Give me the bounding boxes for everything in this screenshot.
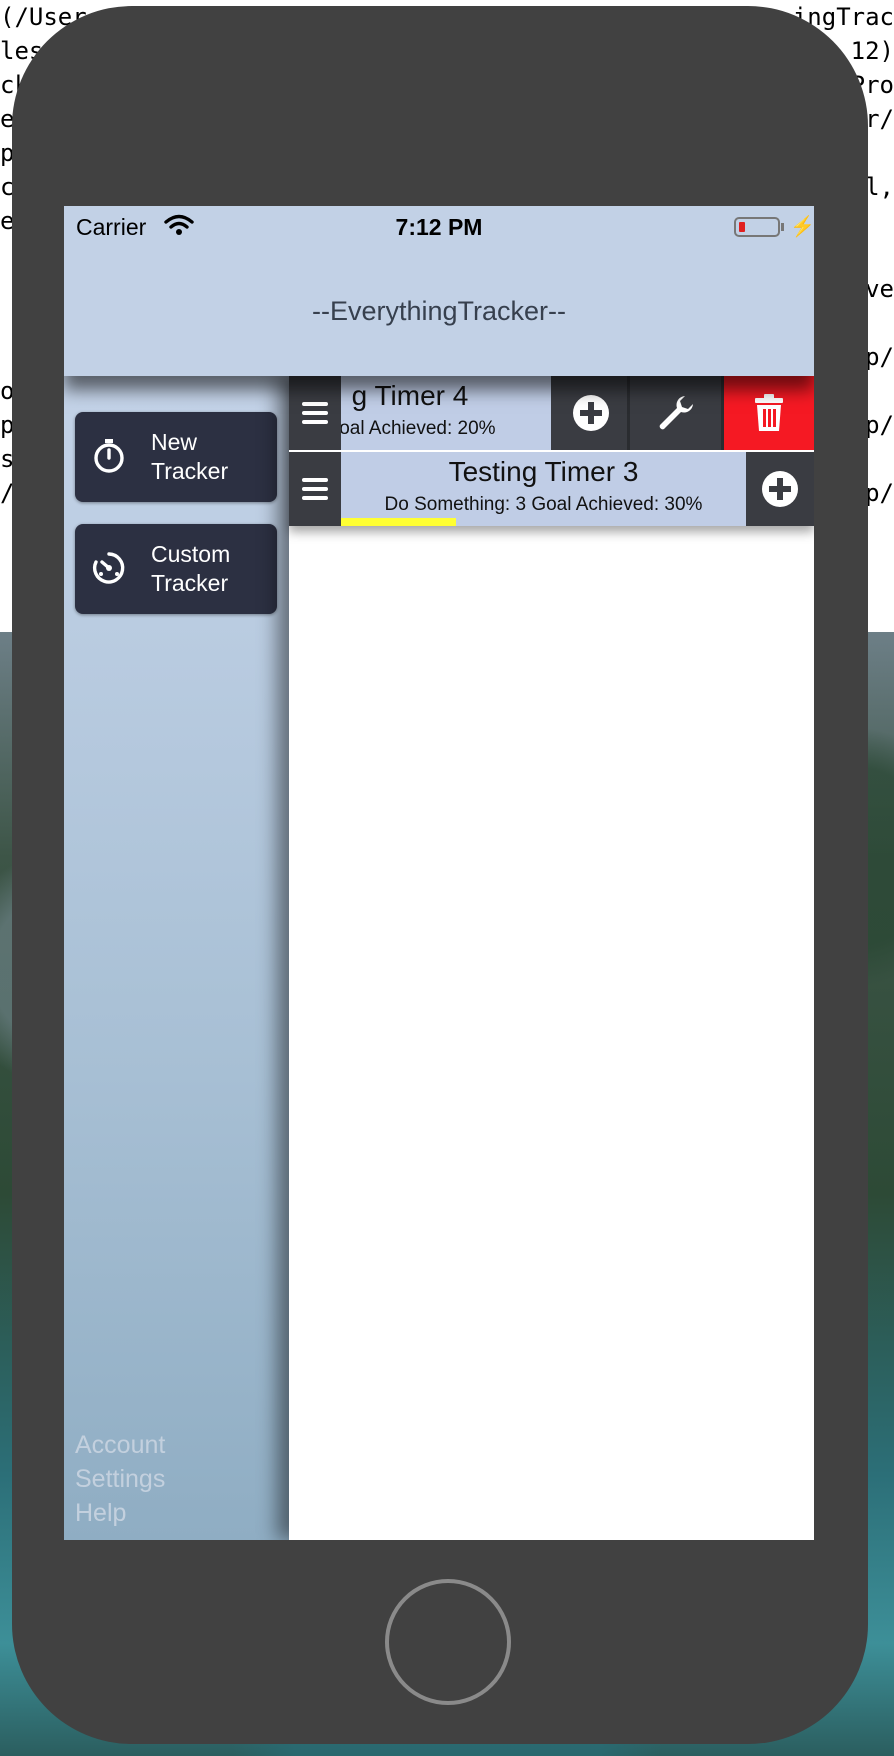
tracker-list-panel: g Timer 4 Goal Achieved: 20% Testing Tim…	[289, 376, 814, 1540]
stopwatch-icon	[91, 438, 127, 474]
settings-link[interactable]: Settings	[75, 1462, 165, 1496]
tracker-list: g Timer 4 Goal Achieved: 20% Testing Tim…	[289, 376, 814, 526]
battery-level	[739, 222, 745, 232]
edit-tracker-button[interactable]	[630, 376, 724, 450]
status-bar: Carrier 7:12 PM ⚡	[64, 206, 814, 246]
battery-tip	[781, 223, 784, 231]
account-link[interactable]: Account	[75, 1428, 165, 1462]
home-button[interactable]	[385, 1579, 511, 1705]
new-tracker-label-1: New	[151, 429, 198, 455]
add-entry-button[interactable]	[746, 452, 814, 526]
wrench-icon	[659, 396, 693, 430]
app-title: --EverythingTracker--	[311, 296, 567, 326]
tracker-cell[interactable]: Testing Timer 3 Do Something: 3 Goal Ach…	[341, 452, 746, 526]
new-tracker-button[interactable]: New Tracker	[75, 412, 277, 502]
side-menu-footer: Account Settings Help	[75, 1428, 165, 1530]
delete-tracker-button[interactable]	[724, 376, 814, 450]
tracker-progress-bar	[341, 518, 456, 526]
new-tracker-label-2: Tracker	[151, 458, 229, 484]
app-screen: Carrier 7:12 PM ⚡ --EverythingTracker--	[64, 206, 814, 1540]
reorder-handle-icon[interactable]	[289, 376, 341, 450]
tracker-subtitle: Do Something: 3 Goal Achieved: 30%	[384, 494, 703, 515]
custom-tracker-label-2: Tracker	[151, 570, 229, 596]
tracker-row[interactable]: Testing Timer 3 Do Something: 3 Goal Ach…	[289, 452, 814, 526]
add-entry-button[interactable]	[554, 376, 630, 450]
help-link[interactable]: Help	[75, 1496, 165, 1530]
add-icon	[572, 395, 609, 431]
reorder-handle-icon[interactable]	[289, 452, 341, 526]
status-time: 7:12 PM	[395, 214, 483, 240]
charging-bolt-icon: ⚡	[790, 216, 814, 238]
custom-tracker-label-1: Custom	[151, 541, 231, 567]
tracker-row[interactable]: g Timer 4 Goal Achieved: 20%	[289, 376, 814, 450]
app-header: Carrier 7:12 PM ⚡ --EverythingTracker--	[64, 206, 814, 376]
side-menu: New Tracker Custom Tracker Account Setti…	[64, 376, 289, 1540]
add-icon	[762, 471, 798, 507]
custom-tracker-button[interactable]: Custom Tracker	[75, 524, 277, 614]
battery-icon	[734, 217, 780, 237]
tracker-name: Testing Timer 3	[448, 456, 639, 487]
custom-timer-icon	[91, 550, 127, 586]
trash-icon	[755, 394, 783, 431]
